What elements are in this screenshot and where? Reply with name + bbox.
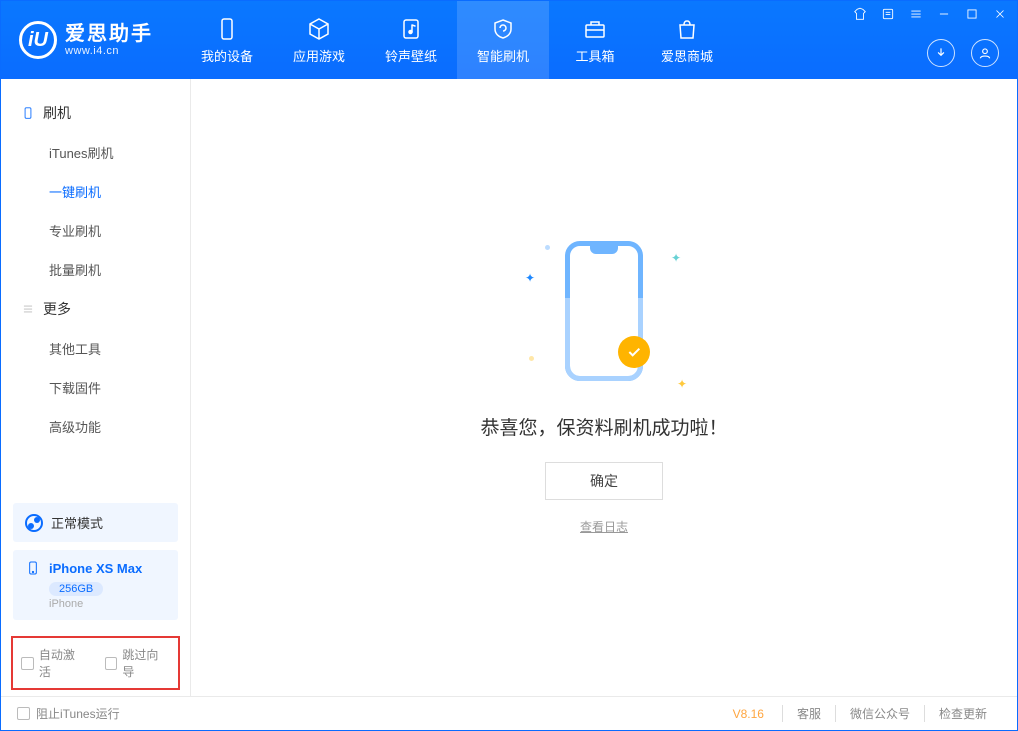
- checkbox-auto-activate[interactable]: 自动激活: [21, 646, 87, 680]
- sidebar-item-download-firmware[interactable]: 下载固件: [1, 368, 190, 407]
- sidebar-item-advanced[interactable]: 高级功能: [1, 407, 190, 446]
- tab-label: 应用游戏: [293, 46, 345, 65]
- sidebar-item-batch-flash[interactable]: 批量刷机: [1, 250, 190, 289]
- app-domain: www.i4.cn: [65, 45, 153, 57]
- main-tabs: 我的设备 应用游戏 铃声壁纸 智能刷机 工具箱 爱思商城: [181, 1, 733, 79]
- sidebar-group-flash[interactable]: 刷机: [1, 93, 190, 133]
- tab-my-device[interactable]: 我的设备: [181, 1, 273, 79]
- sidebar: 刷机 iTunes刷机 一键刷机 专业刷机 批量刷机 更多 其他工具 下载固件 …: [1, 79, 191, 696]
- tab-smart-flash[interactable]: 智能刷机: [457, 1, 549, 79]
- success-illustration: ✦ ✦ ✦: [565, 241, 643, 381]
- view-log-link[interactable]: 查看日志: [580, 518, 628, 535]
- sidebar-item-oneclick-flash[interactable]: 一键刷机: [1, 172, 190, 211]
- footer-link-support[interactable]: 客服: [782, 705, 835, 722]
- checkbox-block-itunes[interactable]: 阻止iTunes运行: [17, 705, 120, 722]
- logo-area: iU 爱思助手 www.i4.cn: [1, 1, 171, 79]
- success-message: 恭喜您，保资料刷机成功啦！: [480, 413, 727, 440]
- list-icon: [21, 302, 35, 316]
- device-name: iPhone XS Max: [49, 561, 142, 576]
- dot-icon: [545, 245, 550, 250]
- device-capacity: 256GB: [49, 582, 103, 596]
- close-icon[interactable]: [993, 7, 1007, 21]
- phone-graphic: [565, 241, 643, 381]
- tab-label: 铃声壁纸: [385, 46, 437, 65]
- checkbox-label: 跳过向导: [122, 646, 170, 680]
- tab-label: 我的设备: [201, 46, 253, 65]
- phone-outline-icon: [21, 106, 35, 120]
- dot-icon: [529, 356, 534, 361]
- skin-icon[interactable]: [853, 7, 867, 21]
- version-label: V8.16: [733, 707, 764, 721]
- body: 刷机 iTunes刷机 一键刷机 专业刷机 批量刷机 更多 其他工具 下载固件 …: [1, 79, 1017, 696]
- mode-indicator[interactable]: 正常模式: [13, 503, 178, 542]
- footer-link-update[interactable]: 检查更新: [924, 705, 1001, 722]
- sidebar-item-other-tools[interactable]: 其他工具: [1, 329, 190, 368]
- title-right-icons: [927, 39, 999, 67]
- sparkle-icon: ✦: [671, 251, 681, 265]
- cube-icon: [306, 16, 332, 42]
- window-controls: [853, 7, 1007, 21]
- checkbox-skip-guide[interactable]: 跳过向导: [105, 646, 171, 680]
- main-content: ✦ ✦ ✦ 恭喜您，保资料刷机成功啦！ 确定 查看日志: [191, 79, 1017, 696]
- checkbox-icon: [21, 657, 34, 670]
- highlighted-options: 自动激活 跳过向导: [11, 636, 180, 690]
- sidebar-item-itunes-flash[interactable]: iTunes刷机: [1, 133, 190, 172]
- shopping-bag-icon: [674, 16, 700, 42]
- user-icon[interactable]: [971, 39, 999, 67]
- tab-apps-games[interactable]: 应用游戏: [273, 1, 365, 79]
- app-name: 爱思助手: [65, 23, 153, 45]
- tab-ringtone-wallpaper[interactable]: 铃声壁纸: [365, 1, 457, 79]
- title-bar: iU 爱思助手 www.i4.cn 我的设备 应用游戏 铃声壁纸 智能刷机: [1, 1, 1017, 79]
- mode-label: 正常模式: [51, 513, 103, 532]
- checkbox-icon: [105, 657, 118, 670]
- tab-store[interactable]: 爱思商城: [641, 1, 733, 79]
- group-title: 更多: [43, 299, 71, 319]
- check-badge-icon: [618, 336, 650, 368]
- mode-icon: [25, 514, 43, 532]
- device-phone-icon: [25, 560, 41, 576]
- maximize-icon[interactable]: [965, 7, 979, 21]
- sidebar-item-pro-flash[interactable]: 专业刷机: [1, 211, 190, 250]
- download-icon[interactable]: [927, 39, 955, 67]
- refresh-shield-icon: [490, 16, 516, 42]
- app-logo-icon: iU: [19, 21, 57, 59]
- menu-icon[interactable]: [909, 7, 923, 21]
- footer-link-wechat[interactable]: 微信公众号: [835, 705, 924, 722]
- device-type: iPhone: [49, 598, 166, 610]
- sparkle-icon: ✦: [525, 271, 535, 285]
- app-title: 爱思助手 www.i4.cn: [65, 23, 153, 57]
- checkbox-icon: [17, 707, 30, 720]
- tab-label: 智能刷机: [477, 46, 529, 65]
- toolbox-icon: [582, 16, 608, 42]
- tab-toolbox[interactable]: 工具箱: [549, 1, 641, 79]
- tab-label: 工具箱: [575, 46, 614, 65]
- sidebar-group-more[interactable]: 更多: [1, 289, 190, 329]
- minimize-icon[interactable]: [937, 7, 951, 21]
- device-card[interactable]: iPhone XS Max 256GB iPhone: [13, 550, 178, 620]
- feedback-icon[interactable]: [881, 7, 895, 21]
- checkbox-label: 自动激活: [39, 646, 87, 680]
- music-note-icon: [398, 16, 424, 42]
- sparkle-icon: ✦: [677, 377, 687, 391]
- sidebar-scroll: 刷机 iTunes刷机 一键刷机 专业刷机 批量刷机 更多 其他工具 下载固件 …: [1, 79, 190, 495]
- checkbox-label: 阻止iTunes运行: [36, 705, 120, 722]
- tab-label: 爱思商城: [661, 46, 713, 65]
- ok-button[interactable]: 确定: [545, 462, 663, 500]
- app-window: iU 爱思助手 www.i4.cn 我的设备 应用游戏 铃声壁纸 智能刷机: [0, 0, 1018, 731]
- group-title: 刷机: [43, 103, 71, 123]
- footer: 阻止iTunes运行 V8.16 客服 微信公众号 检查更新: [1, 696, 1017, 730]
- phone-icon: [214, 16, 240, 42]
